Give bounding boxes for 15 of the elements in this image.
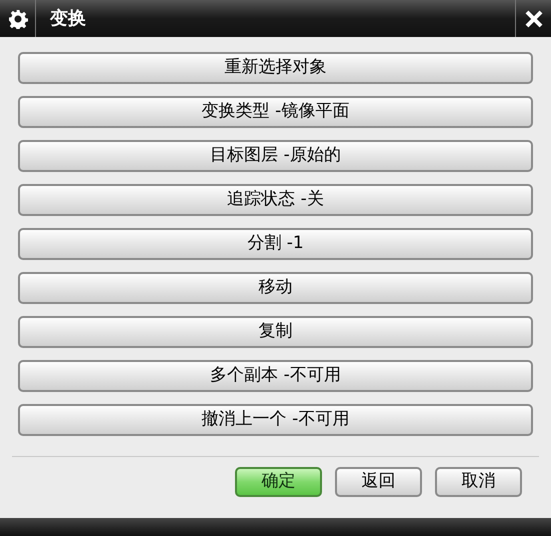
- option-button[interactable]: 撤消上一个 -不可用: [18, 404, 533, 436]
- dialog-button[interactable]: 取消: [435, 467, 522, 497]
- settings-icon[interactable]: [8, 8, 28, 28]
- option-button[interactable]: 多个副本 -不可用: [18, 360, 533, 392]
- dialog-button[interactable]: 确定: [235, 467, 322, 497]
- option-button[interactable]: 移动: [18, 272, 533, 304]
- close-icon[interactable]: [524, 8, 544, 28]
- dialog-button[interactable]: 返回: [335, 467, 422, 497]
- option-button[interactable]: 目标图层 -原始的: [18, 140, 533, 172]
- option-button[interactable]: 复制: [18, 316, 533, 348]
- option-button[interactable]: 变换类型 -镜像平面: [18, 96, 533, 128]
- option-button[interactable]: 追踪状态 -关: [18, 184, 533, 216]
- option-button[interactable]: 分割 -1: [18, 228, 533, 260]
- option-button[interactable]: 重新选择对象: [18, 52, 533, 84]
- window-title: 变换: [50, 7, 86, 31]
